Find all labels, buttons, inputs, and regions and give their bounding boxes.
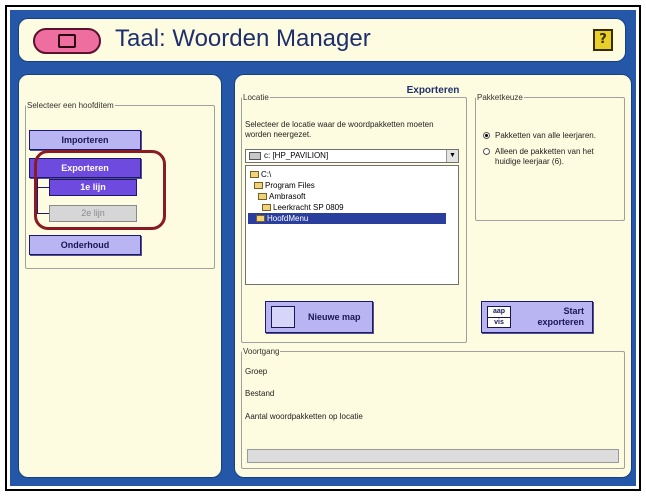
main-panel: Exporteren Locatie Selecteer de locatie … [234,74,632,478]
help-button[interactable]: ? [593,29,613,51]
folder-open-icon [254,182,263,189]
folder-label: C:\ [261,170,272,179]
aap-vis-icon: aap vis [487,306,511,328]
radio-option-label: Pakketten van alle leerjaren. [495,131,596,140]
radio-option-label: Alleen de pakketten van het huidige leer… [495,147,594,166]
aantal-label: Aantal woordpakketten op locatie [245,412,363,421]
folder-label: Ambrasoft [269,192,306,201]
sidebar-group-label: Selecteer een hoofditem [27,101,114,110]
drive-select-value: c: [HP_PAVILION] [264,151,329,160]
radio-unchecked-icon[interactable] [483,148,490,155]
chevron-down-icon[interactable]: ▼ [446,150,458,162]
folder-label: Leerkracht SP 0809 [273,203,344,212]
folder-open-icon [256,215,265,222]
radio-option-all[interactable]: Pakketten van alle leerjaren. [483,131,621,141]
locatie-instruction: Selecteer de locatie waar de woordpakket… [245,120,434,139]
pakketkeuze-group-label: Pakketkeuze [477,93,523,102]
sidebar-panel: Selecteer een hoofditem Importeren Expor… [18,74,222,478]
groep-label: Groep [245,367,268,376]
drive-icon [249,152,261,160]
folder-item[interactable]: C:\ [250,169,271,180]
nav-importeren-button[interactable]: Importeren [29,130,141,150]
start-label: Start [563,306,584,316]
folder-list[interactable]: C:\ Program Files Ambrasoft Leerkracht S… [245,165,459,285]
folder-label: HoofdMenu [267,214,309,223]
folder-icon [271,306,295,328]
drive-select[interactable]: c: [HP_PAVILION] ▼ [245,149,459,163]
screenshot-frame: Taal: Woorden Manager ? Selecteer een ho… [5,5,641,491]
folder-open-icon [262,204,271,211]
folder-item[interactable]: Ambrasoft [258,191,305,202]
folder-item-selected[interactable]: HoofdMenu [248,213,446,224]
radio-checked-icon[interactable] [483,132,490,139]
icon-text: vis [488,317,510,328]
app-title: Taal: Woorden Manager [115,25,371,52]
title-bar: Taal: Woorden Manager ? [18,18,626,62]
start-export-button[interactable]: aap vis Start exporteren [481,301,593,333]
radio-option-current[interactable]: Alleen de pakketten van het huidige leer… [483,147,621,167]
folder-label: Program Files [265,181,315,190]
folder-open-icon [258,193,267,200]
icon-text: aap [492,308,506,315]
progress-bar [247,449,619,463]
new-folder-label: Nieuwe map [308,312,361,322]
voortgang-group-label: Voortgang [243,347,280,356]
new-folder-button[interactable]: Nieuwe map [265,301,373,333]
start-label: exporteren [537,317,584,327]
folder-item[interactable]: Leerkracht SP 0809 [262,202,344,213]
folder-item[interactable]: Program Files [254,180,315,191]
nav-onderhoud-button[interactable]: Onderhoud [29,235,141,255]
highlight-annotation [34,150,166,230]
window-icon [58,34,76,48]
home-button[interactable] [33,28,101,54]
app-window: Taal: Woorden Manager ? Selecteer een ho… [10,10,636,486]
locatie-group-label: Locatie [243,93,269,102]
folder-open-icon [250,171,259,178]
bestand-label: Bestand [245,389,275,398]
